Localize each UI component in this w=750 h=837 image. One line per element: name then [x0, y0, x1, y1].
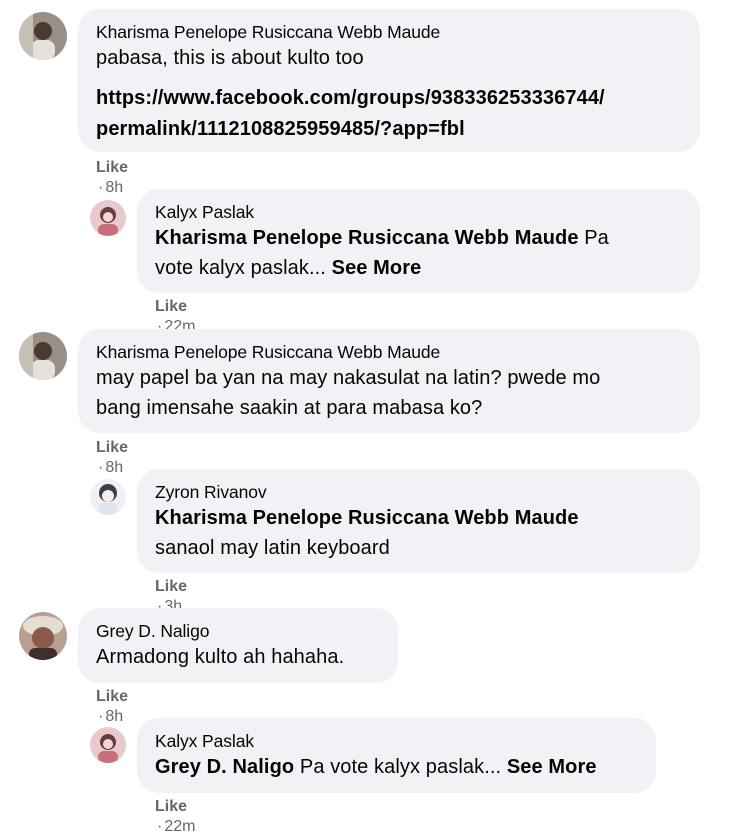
comment-author[interactable]: Kalyx Paslak	[155, 730, 638, 752]
see-more-link[interactable]: See More	[507, 756, 597, 778]
avatar[interactable]	[19, 612, 67, 660]
mention-link[interactable]: Grey D. Naligo	[155, 756, 294, 778]
comment-text: may papel ba yan na may nakasulat na lat…	[96, 367, 601, 419]
avatar[interactable]	[90, 479, 126, 515]
comment-meta: Like · 8h	[96, 687, 128, 727]
like-button[interactable]: Like	[96, 439, 128, 456]
separator-dot: ·	[98, 459, 104, 476]
comment-meta: Like · 8h	[96, 438, 128, 478]
comment-text: Kharisma Penelope Rusiccana Webb Maude sa…	[155, 507, 579, 559]
comment-author[interactable]: Kharisma Penelope Rusiccana Webb Maude	[96, 341, 682, 363]
comment-bubble: Zyron Rivanov Kharisma Penelope Rusiccan…	[137, 469, 700, 573]
like-button[interactable]: Like	[96, 159, 128, 176]
comment-text: Grey D. Naligo Pa vote kalyx paslak... S…	[155, 756, 597, 778]
mention-link[interactable]: Kharisma Penelope Rusiccana Webb Maude	[155, 507, 579, 529]
comment-timestamp[interactable]: 22m	[164, 818, 195, 835]
comment-author[interactable]: Kharisma Penelope Rusiccana Webb Maude	[96, 21, 682, 43]
comment-timestamp[interactable]: 8h	[105, 459, 123, 476]
comment-author[interactable]: Zyron Rivanov	[155, 481, 682, 503]
separator-dot: ·	[157, 818, 163, 835]
comment-author[interactable]: Grey D. Naligo	[96, 620, 380, 642]
comment-bubble: Kharisma Penelope Rusiccana Webb Maude m…	[78, 329, 700, 433]
comment-link[interactable]: https://www.facebook.com/groups/93833625…	[96, 83, 682, 145]
comment-bubble: Kharisma Penelope Rusiccana Webb Maude p…	[78, 9, 700, 152]
comment-text: pabasa, this is about kulto too	[96, 47, 364, 69]
comment-bubble: Kalyx Paslak Grey D. Naligo Pa vote kaly…	[137, 718, 656, 793]
comment-text: Armadong kulto ah hahaha.	[96, 646, 345, 668]
see-more-link[interactable]: See More	[332, 257, 422, 279]
avatar[interactable]	[90, 727, 126, 763]
comment-author[interactable]: Kalyx Paslak	[155, 201, 682, 223]
comment-bubble: Grey D. Naligo Armadong kulto ah hahaha.	[78, 608, 398, 683]
comment-text: Kharisma Penelope Rusiccana Webb Maude P…	[155, 227, 609, 279]
avatar[interactable]	[19, 12, 67, 60]
like-button[interactable]: Like	[155, 798, 187, 815]
comment-timestamp[interactable]: 8h	[105, 708, 123, 725]
like-button[interactable]: Like	[96, 688, 128, 705]
comment-meta: Like · 22m	[155, 797, 195, 837]
like-button[interactable]: Like	[155, 298, 187, 315]
avatar[interactable]	[90, 200, 126, 236]
comment-meta: Like · 8h	[96, 158, 128, 198]
like-button[interactable]: Like	[155, 578, 187, 595]
mention-link[interactable]: Kharisma Penelope Rusiccana Webb Maude	[155, 227, 579, 249]
separator-dot: ·	[98, 708, 104, 725]
comment-timestamp[interactable]: 8h	[105, 179, 123, 196]
avatar[interactable]	[19, 332, 67, 380]
separator-dot: ·	[98, 179, 104, 196]
comment-bubble: Kalyx Paslak Kharisma Penelope Rusiccana…	[137, 189, 700, 293]
